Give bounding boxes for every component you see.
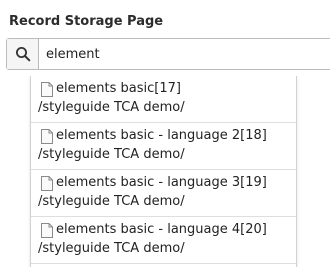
search-results-list: elements basic[17] /styleguide TCA demo/… (30, 76, 297, 267)
search-input[interactable] (39, 39, 330, 69)
file-icon (41, 129, 53, 144)
file-icon (41, 223, 53, 238)
result-title: elements basic - language 4[20] (56, 222, 267, 237)
result-title: elements basic[17] (56, 81, 181, 96)
result-path: /styleguide TCA demo/ (38, 194, 185, 209)
file-icon (41, 176, 53, 191)
result-path: /styleguide TCA demo/ (38, 100, 185, 115)
search-icon (16, 47, 31, 62)
result-item[interactable]: elements basic - language 3[19] /stylegu… (31, 170, 296, 217)
file-icon (41, 82, 53, 97)
result-title: elements basic - language 2[18] (56, 128, 267, 143)
result-item[interactable]: elements basic[17] /styleguide TCA demo/ (31, 76, 296, 123)
record-storage-page-field: Record Storage Page elements basic[17] /… (0, 0, 330, 267)
search-group (6, 38, 330, 70)
result-path: /styleguide TCA demo/ (38, 147, 185, 162)
field-label: Record Storage Page (9, 14, 164, 29)
result-item[interactable]: elements basic - language 2[18] /stylegu… (31, 123, 296, 170)
result-title: elements basic - language 3[19] (56, 175, 267, 190)
search-addon (7, 39, 39, 69)
result-item[interactable]: elements basic - language 4[20] /stylegu… (31, 217, 296, 264)
result-path: /styleguide TCA demo/ (38, 241, 185, 256)
